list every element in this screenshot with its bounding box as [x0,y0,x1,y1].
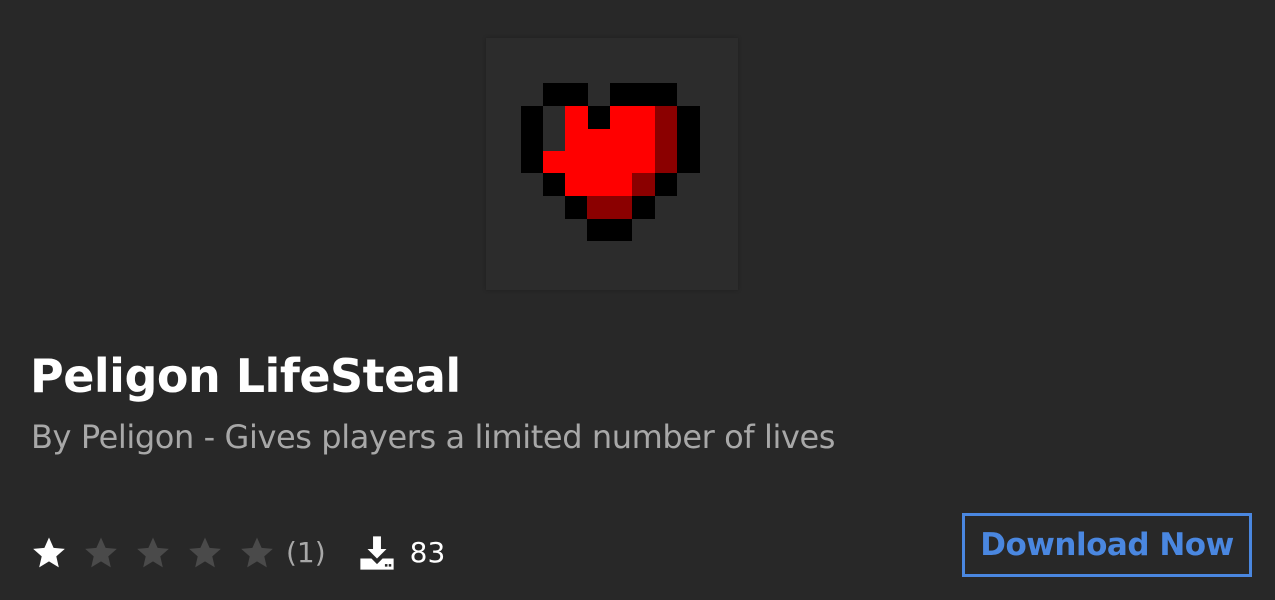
star-empty-icon [189,537,221,568]
star-filled-icon [33,537,65,568]
star-rating [30,534,286,572]
star-empty-icon [137,537,169,568]
plugin-title: Peligon LifeSteal [30,349,461,403]
star-empty-icon [241,537,273,568]
plugin-thumbnail [486,38,738,290]
download-count: 83 [409,536,446,569]
download-icon [360,536,394,570]
stats-bar: (1) 83 [30,531,445,575]
plugin-subtitle: By Peligon - Gives players a limited num… [31,418,836,456]
pixel-heart-icon [486,38,738,290]
star-empty-icon [85,537,117,568]
download-now-button[interactable]: Download Now [962,513,1252,577]
rating-count: (1) [286,536,326,569]
